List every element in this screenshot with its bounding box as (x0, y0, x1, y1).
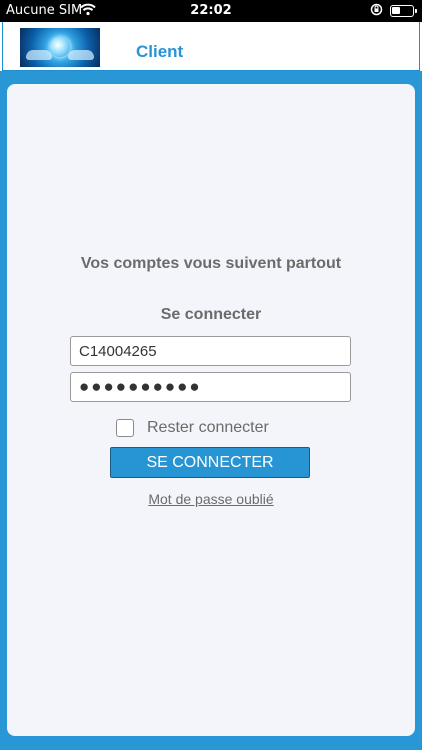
status-bar: Aucune SIM 22:02 (0, 0, 422, 22)
remember-me[interactable]: Rester connecter (116, 418, 269, 438)
app-header: Client (2, 22, 420, 71)
rotation-lock-icon (370, 3, 383, 20)
globe-hands-logo-icon (20, 28, 100, 67)
username-field[interactable] (70, 336, 351, 366)
login-title: Se connecter (160, 306, 262, 323)
login-button[interactable]: SE CONNECTER (110, 447, 310, 478)
battery-icon (390, 5, 417, 17)
tagline: Vos comptes vous suivent partout (80, 255, 342, 272)
login-card (7, 84, 415, 736)
forgot-password-link[interactable]: Mot de passe oublié (0, 491, 422, 507)
remember-checkbox[interactable] (116, 419, 134, 437)
page-title: Client (136, 42, 184, 61)
remember-label: Rester connecter (147, 419, 269, 436)
password-field[interactable] (70, 372, 351, 402)
clock: 22:02 (190, 3, 232, 18)
